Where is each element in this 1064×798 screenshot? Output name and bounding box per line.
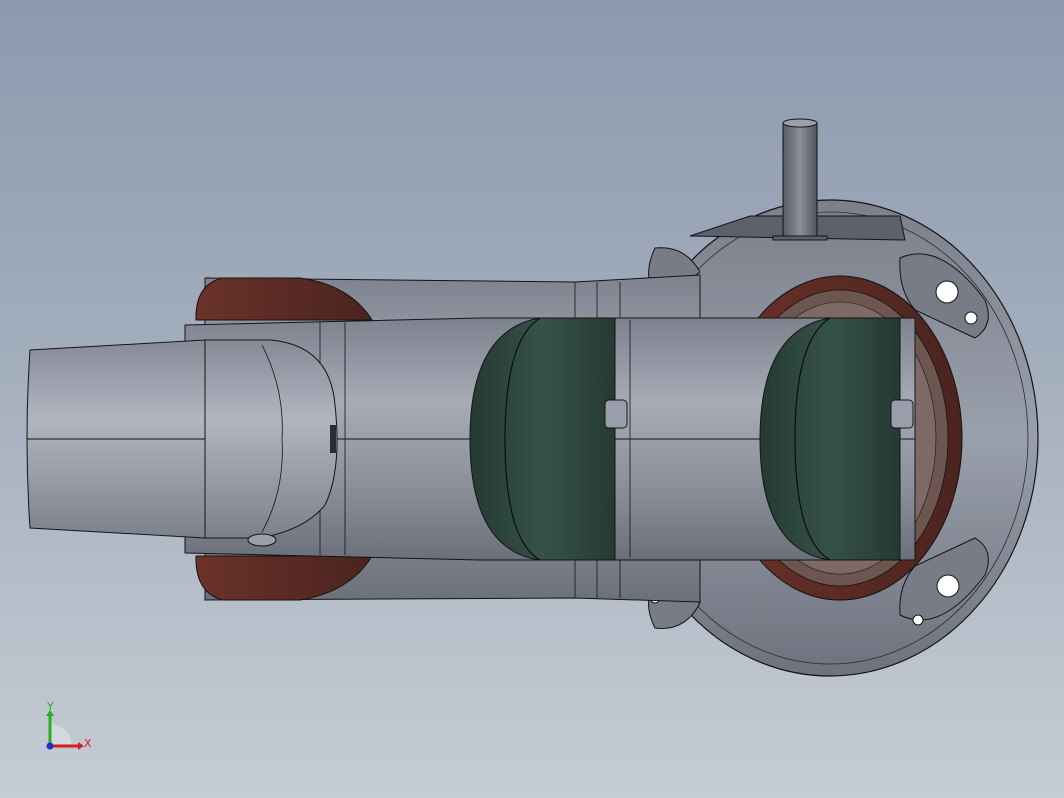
- x-axis-label: X: [84, 737, 92, 750]
- z-axis-dot: [46, 742, 54, 750]
- tool-flange[interactable]: [26, 339, 206, 539]
- graphics-viewport[interactable]: X Y: [0, 0, 1064, 798]
- robot-arm-model[interactable]: [0, 0, 1064, 798]
- elbow-green-band[interactable]: [469, 317, 628, 561]
- triad-quarter-disc: [50, 724, 72, 746]
- axis-triad: X Y: [46, 700, 92, 750]
- y-axis-label: Y: [46, 700, 54, 713]
- base-green-band[interactable]: [759, 317, 914, 561]
